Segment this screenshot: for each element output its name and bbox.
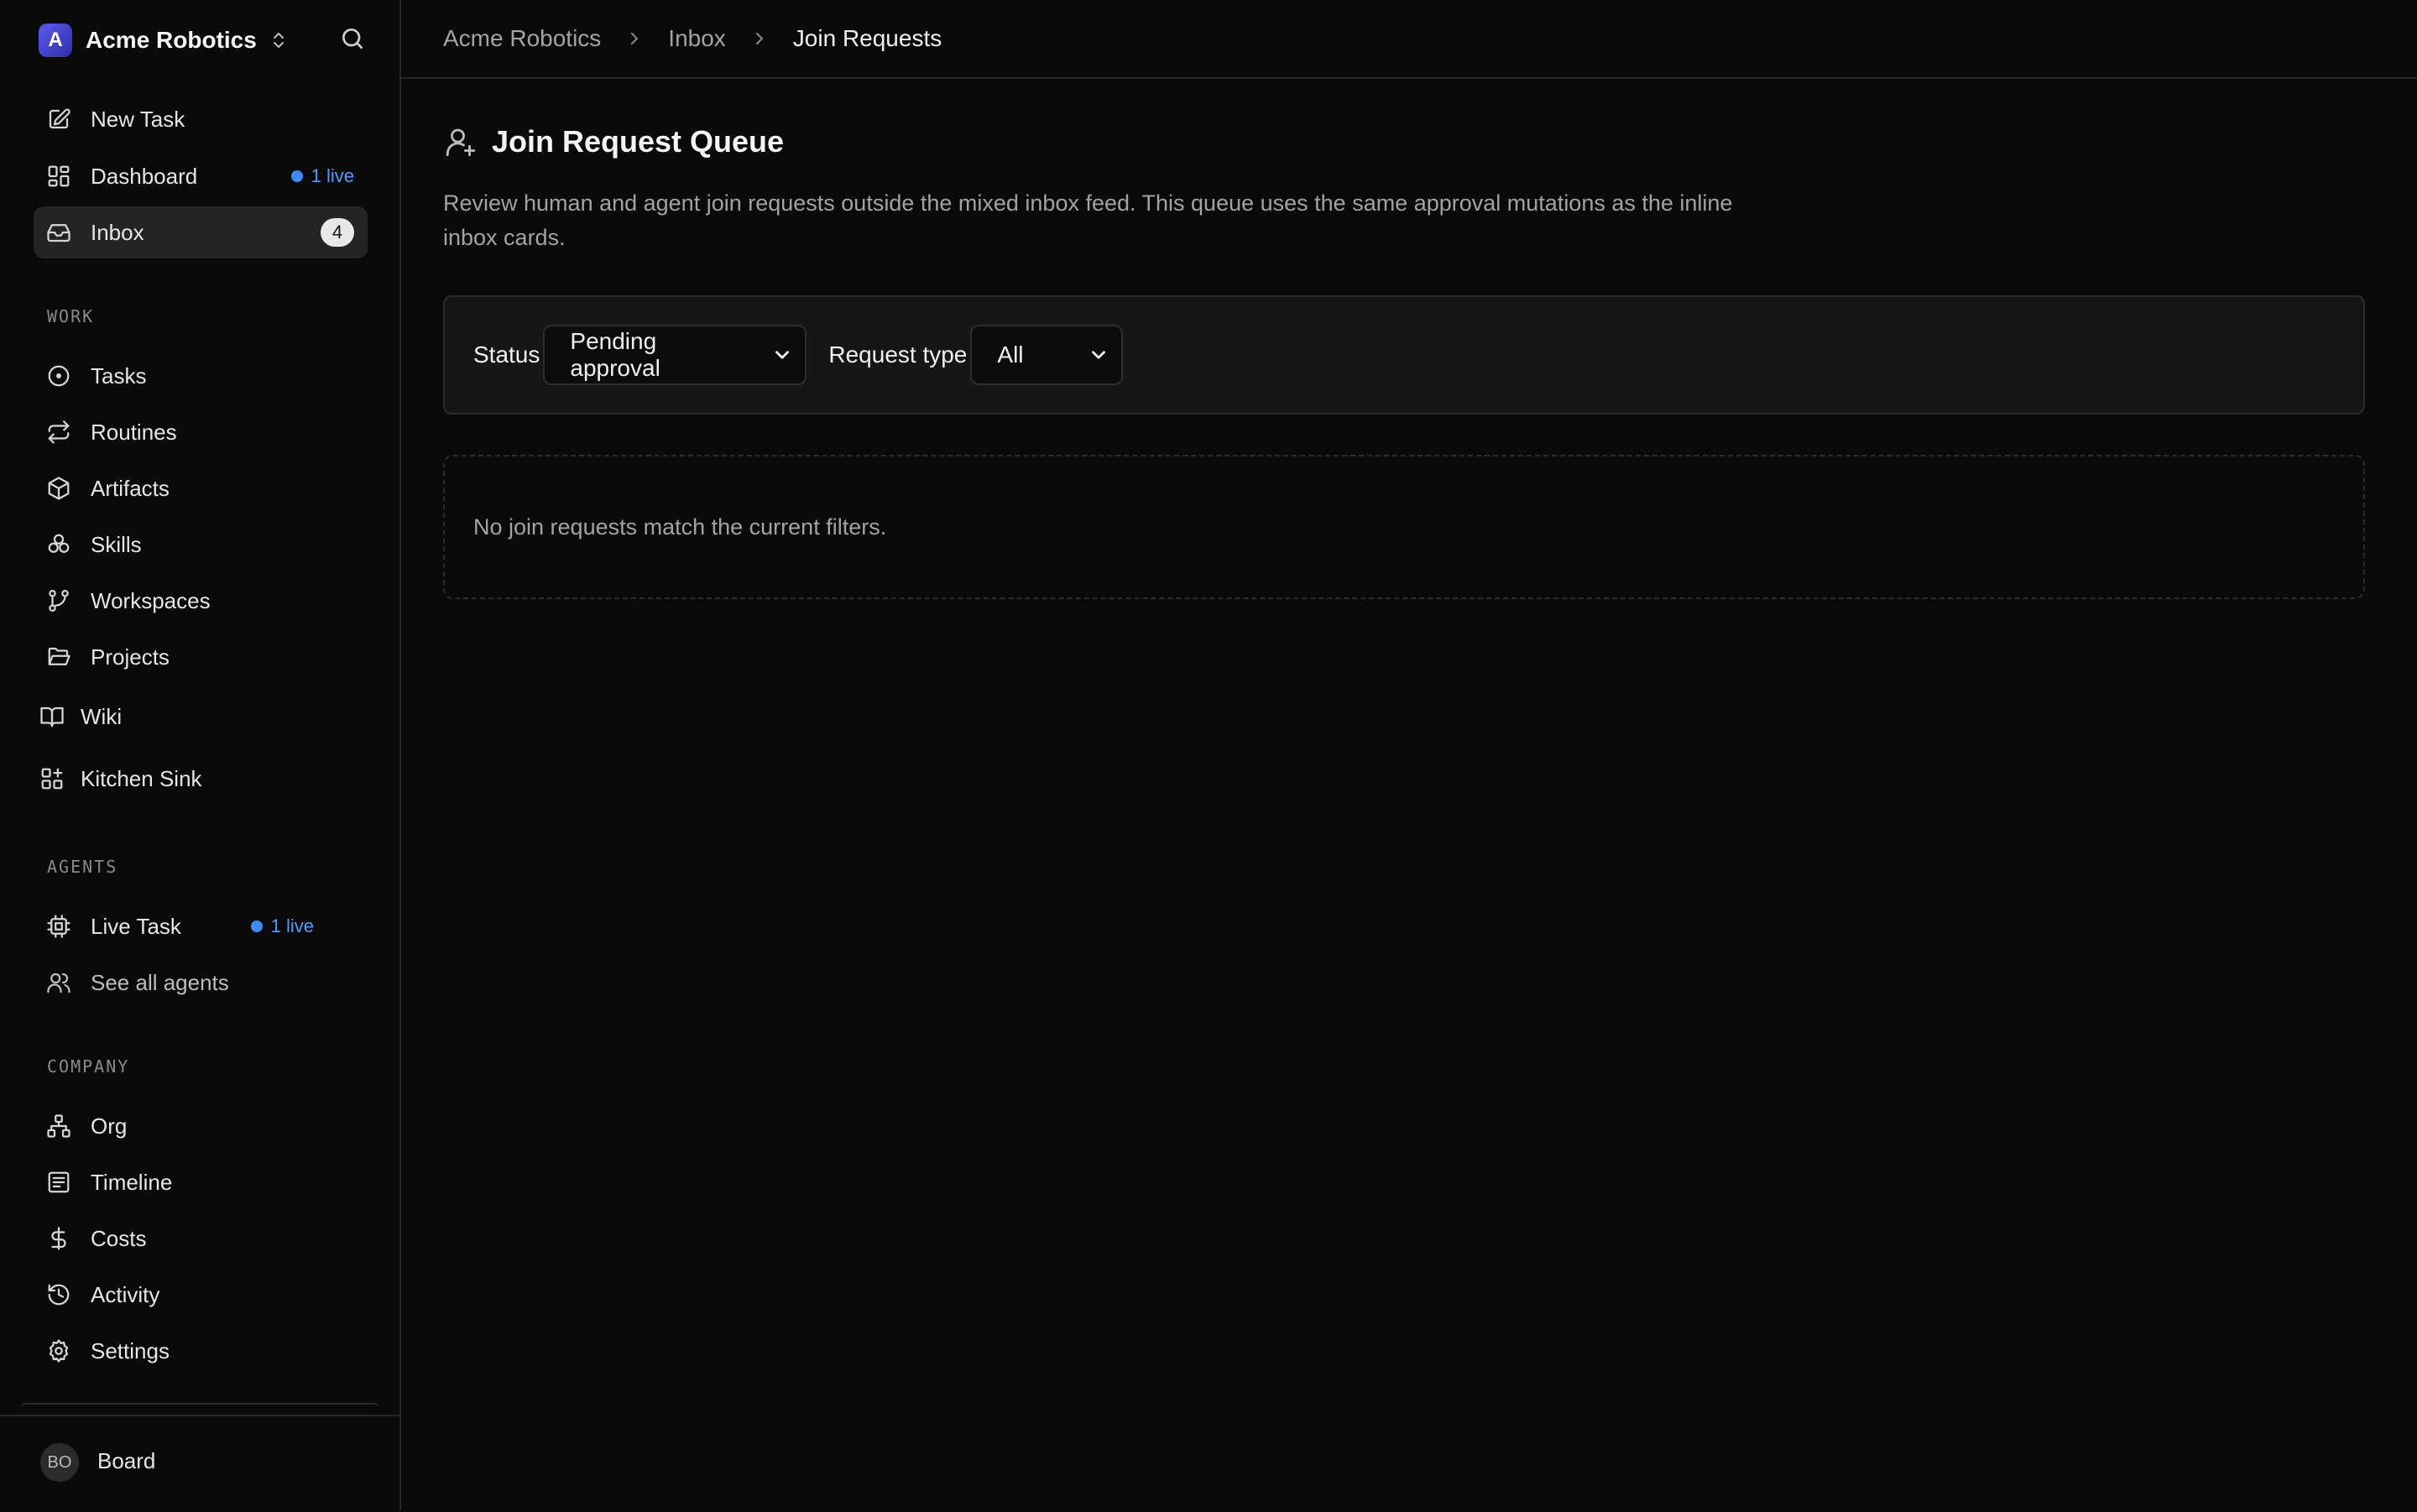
- section-label-agents: AGENTS: [47, 857, 118, 877]
- sidebar-item-label: Routines: [91, 419, 177, 445]
- sidebar-item-label: Costs: [91, 1225, 147, 1251]
- sidebar-item-label: New Task: [91, 106, 185, 132]
- sidebar-item-org[interactable]: Org: [34, 1100, 368, 1152]
- sidebar-item-label: Projects: [91, 644, 170, 670]
- circle-dot-icon: [45, 362, 72, 389]
- breadcrumb-item[interactable]: Acme Robotics: [443, 25, 601, 52]
- sidebar-item-label: Live Task: [91, 913, 181, 939]
- sidebar-item-artifacts[interactable]: Artifacts: [34, 462, 368, 514]
- workspace-switcher[interactable]: A Acme Robotics: [39, 20, 289, 60]
- sidebar-item-costs[interactable]: Costs: [34, 1212, 368, 1264]
- empty-state-message: No join requests match the current filte…: [473, 514, 887, 540]
- live-count: 1 live: [270, 915, 314, 936]
- grid-plus-icon: [39, 765, 65, 792]
- sidebar-scroll-edge: [20, 1403, 379, 1408]
- edit-icon: [45, 106, 72, 133]
- search-icon: [339, 25, 369, 52]
- sidebar-item-label: Org: [91, 1113, 128, 1139]
- sidebar-item-timeline[interactable]: Timeline: [34, 1156, 368, 1208]
- inbox-count-badge: 4: [321, 218, 354, 247]
- sidebar-item-see-all-agents[interactable]: See all agents: [34, 957, 368, 1009]
- sidebar-item-label: Artifacts: [91, 475, 170, 501]
- sidebar-item-projects[interactable]: Projects: [34, 631, 368, 683]
- sidebar: A Acme Robotics New Task Dashboard 1 liv…: [0, 0, 401, 1510]
- sidebar-item-kitchen-sink[interactable]: Kitchen Sink: [27, 753, 361, 805]
- page-header: Join Request Queue: [443, 124, 784, 159]
- history-icon: [45, 1281, 72, 1308]
- breadcrumb-current: Join Requests: [792, 25, 942, 51]
- box-icon: [45, 475, 72, 502]
- list-icon: [45, 1169, 72, 1196]
- filter-bar: Status Pending approval Request type All: [443, 295, 2365, 414]
- git-branch-icon: [45, 587, 72, 614]
- user-plus-icon: [443, 124, 478, 159]
- live-dot: [290, 170, 303, 182]
- book-open-icon: [39, 703, 65, 730]
- empty-state: No join requests match the current filte…: [443, 455, 2365, 599]
- folder-open-icon: [45, 644, 72, 670]
- sidebar-item-label: Skills: [91, 531, 142, 557]
- dashboard-icon: [45, 163, 72, 190]
- chevron-right-icon: [749, 29, 770, 49]
- sidebar-item-label: Kitchen Sink: [81, 765, 202, 791]
- user-name[interactable]: Board: [97, 1448, 155, 1474]
- section-label-company: COMPANY: [47, 1056, 130, 1077]
- main-content: Acme Robotics Inbox Join Requests Join R…: [401, 0, 2417, 1510]
- page-description: Review human and agent join requests out…: [443, 190, 1733, 250]
- sidebar-item-dashboard[interactable]: Dashboard 1 live: [34, 150, 368, 202]
- users-icon: [45, 969, 72, 996]
- workspace-logo: A: [39, 23, 72, 57]
- cpu-icon: [45, 913, 72, 940]
- breadcrumb: Acme Robotics Inbox Join Requests: [401, 0, 2417, 79]
- avatar[interactable]: BO: [40, 1443, 79, 1482]
- workspace-name: Acme Robotics: [86, 27, 257, 53]
- dollar-icon: [45, 1225, 72, 1252]
- chevrons-up-down-icon: [269, 30, 289, 50]
- boxes-icon: [45, 531, 72, 558]
- live-indicator: 1 live: [250, 915, 314, 937]
- inbox-icon: [45, 219, 72, 246]
- sidebar-item-label: Tasks: [91, 362, 147, 388]
- sidebar-item-label: Workspaces: [91, 587, 211, 613]
- sidebar-item-live-task[interactable]: Live Task 1 live: [34, 900, 327, 952]
- chevron-down-icon: [771, 344, 793, 366]
- sidebar-item-workspaces[interactable]: Workspaces: [34, 575, 368, 627]
- section-label-work: WORK: [47, 306, 95, 326]
- chevron-down-icon: [1088, 344, 1109, 366]
- sidebar-item-label: Activity: [91, 1281, 160, 1307]
- breadcrumb-item[interactable]: Inbox: [668, 25, 726, 52]
- status-filter-label: Status: [473, 342, 540, 368]
- sidebar-item-skills[interactable]: Skills: [34, 519, 368, 571]
- search-button[interactable]: [339, 25, 369, 55]
- live-dot: [250, 920, 263, 932]
- status-select[interactable]: Pending approval: [543, 325, 807, 385]
- request-type-select-value: All: [997, 342, 1024, 368]
- sidebar-item-inbox[interactable]: Inbox 4: [34, 206, 368, 258]
- page-title: Join Request Queue: [492, 124, 785, 159]
- live-indicator: 1 live: [290, 165, 354, 187]
- sidebar-item-label: Dashboard: [91, 163, 198, 189]
- sidebar-item-new-task[interactable]: New Task: [34, 93, 368, 145]
- sidebar-item-label: Wiki: [81, 703, 123, 729]
- sidebar-item-tasks[interactable]: Tasks: [34, 350, 368, 402]
- sidebar-item-label: Inbox: [91, 219, 144, 245]
- gear-icon: [45, 1337, 72, 1364]
- chevron-right-icon: [624, 29, 645, 49]
- sidebar-item-label: Timeline: [91, 1169, 173, 1195]
- network-icon: [45, 1113, 72, 1139]
- live-count: 1 live: [311, 165, 354, 186]
- sidebar-item-activity[interactable]: Activity: [34, 1269, 368, 1321]
- status-select-value: Pending approval: [570, 328, 660, 381]
- sidebar-item-label: Settings: [91, 1337, 170, 1363]
- sidebar-item-label: See all agents: [91, 969, 229, 995]
- repeat-icon: [45, 419, 72, 446]
- sidebar-item-wiki[interactable]: Wiki: [27, 691, 361, 743]
- request-type-filter-label: Request type: [828, 342, 968, 368]
- sidebar-item-routines[interactable]: Routines: [34, 406, 368, 458]
- request-type-select[interactable]: All: [970, 325, 1124, 385]
- sidebar-item-settings[interactable]: Settings: [34, 1325, 368, 1377]
